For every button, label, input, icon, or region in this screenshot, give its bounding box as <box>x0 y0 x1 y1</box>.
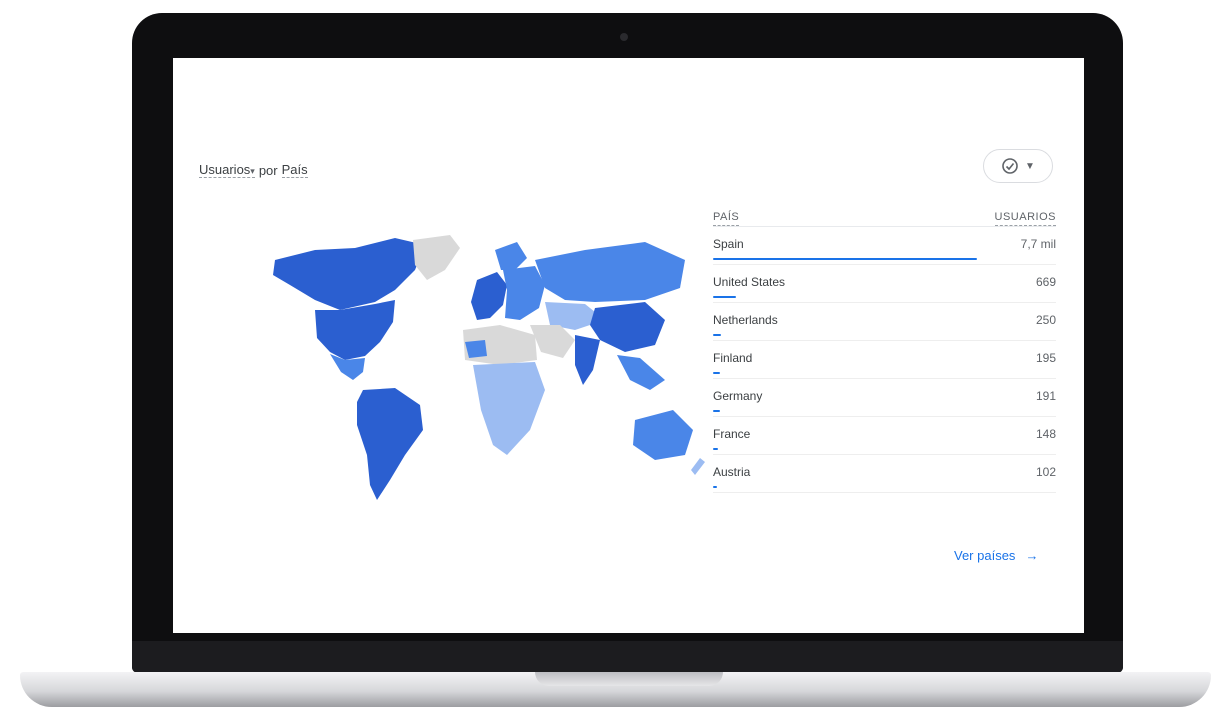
share-bar-track <box>713 296 977 298</box>
map-africa-south <box>473 362 545 455</box>
table-row[interactable]: United States 669 <box>713 265 1056 303</box>
share-bar-track <box>713 410 977 412</box>
table-row[interactable]: Finland 195 <box>713 341 1056 379</box>
analytics-card: Usuarios▾ por País ▼ PAÍS USUARIOS Spain… <box>173 58 1084 633</box>
metric-label: Usuarios <box>199 162 251 177</box>
map-scandinavia <box>495 242 527 270</box>
caret-down-icon: ▾ <box>250 166 255 176</box>
map-europe-east <box>503 266 545 320</box>
share-bar-track <box>713 258 977 260</box>
country-name: France <box>713 427 751 441</box>
map-canada <box>273 238 425 310</box>
view-countries-label: Ver países <box>954 548 1016 563</box>
country-name: Germany <box>713 389 763 403</box>
map-russia <box>535 242 685 302</box>
country-name: Spain <box>713 237 744 251</box>
laptop-chin <box>132 641 1123 673</box>
share-bar-track <box>713 372 977 374</box>
country-name: United States <box>713 275 786 289</box>
caret-down-icon: ▼ <box>1025 160 1035 172</box>
map-china <box>590 302 665 352</box>
users-value: 191 <box>1035 389 1056 403</box>
table-row[interactable]: Austria 102 <box>713 455 1056 493</box>
camera-icon <box>620 33 628 41</box>
compare-button[interactable]: ▼ <box>983 149 1053 183</box>
laptop-lid: Usuarios▾ por País ▼ PAÍS USUARIOS Spain… <box>132 13 1123 673</box>
users-value: 102 <box>1035 465 1056 479</box>
table-header: PAÍS USUARIOS <box>713 200 1056 227</box>
map-middle-east <box>530 325 575 358</box>
map-europe-west <box>471 272 507 320</box>
map-greenland <box>413 235 460 280</box>
col-country-header[interactable]: PAÍS <box>713 211 740 226</box>
share-bar <box>713 372 720 374</box>
users-value: 250 <box>1035 313 1056 327</box>
metric-selector[interactable]: Usuarios▾ <box>199 162 255 178</box>
share-bar <box>713 410 720 412</box>
world-map <box>245 230 705 510</box>
map-new-zealand <box>691 458 705 475</box>
share-bar-track <box>713 448 977 450</box>
dimension-prefix: por <box>258 162 278 178</box>
share-bar <box>713 448 719 450</box>
dimension-label[interactable]: País <box>281 162 308 178</box>
share-bar <box>713 258 977 260</box>
share-bar-track <box>713 486 977 488</box>
table-row[interactable]: France 148 <box>713 417 1056 455</box>
table-row[interactable]: Spain 7,7 mil <box>713 227 1056 265</box>
view-countries-link[interactable]: Ver países → <box>954 548 1038 563</box>
arrow-right-icon: → <box>1025 548 1039 563</box>
map-se-asia <box>617 355 665 390</box>
users-value: 148 <box>1035 427 1056 441</box>
map-india <box>575 335 600 385</box>
share-bar <box>713 334 722 336</box>
country-name: Finland <box>713 351 753 365</box>
table-row[interactable]: Germany 191 <box>713 379 1056 417</box>
col-users-header[interactable]: USUARIOS <box>994 211 1056 226</box>
laptop-notch <box>535 672 723 686</box>
map-south-america <box>357 388 423 500</box>
country-name: Netherlands <box>713 313 778 327</box>
table-row[interactable]: Netherlands 250 <box>713 303 1056 341</box>
country-name: Austria <box>713 465 751 479</box>
country-table: PAÍS USUARIOS Spain 7,7 mil United States 6… <box>713 200 1056 493</box>
share-bar <box>713 296 736 298</box>
users-value: 669 <box>1035 275 1056 289</box>
map-australia <box>633 410 693 460</box>
share-bar-track <box>713 334 977 336</box>
map-usa <box>315 300 395 360</box>
card-title: Usuarios▾ por País <box>199 162 308 178</box>
check-circle-icon <box>1002 158 1018 174</box>
users-value: 195 <box>1035 351 1056 365</box>
users-value: 7,7 mil <box>1020 237 1056 251</box>
share-bar <box>713 486 717 488</box>
